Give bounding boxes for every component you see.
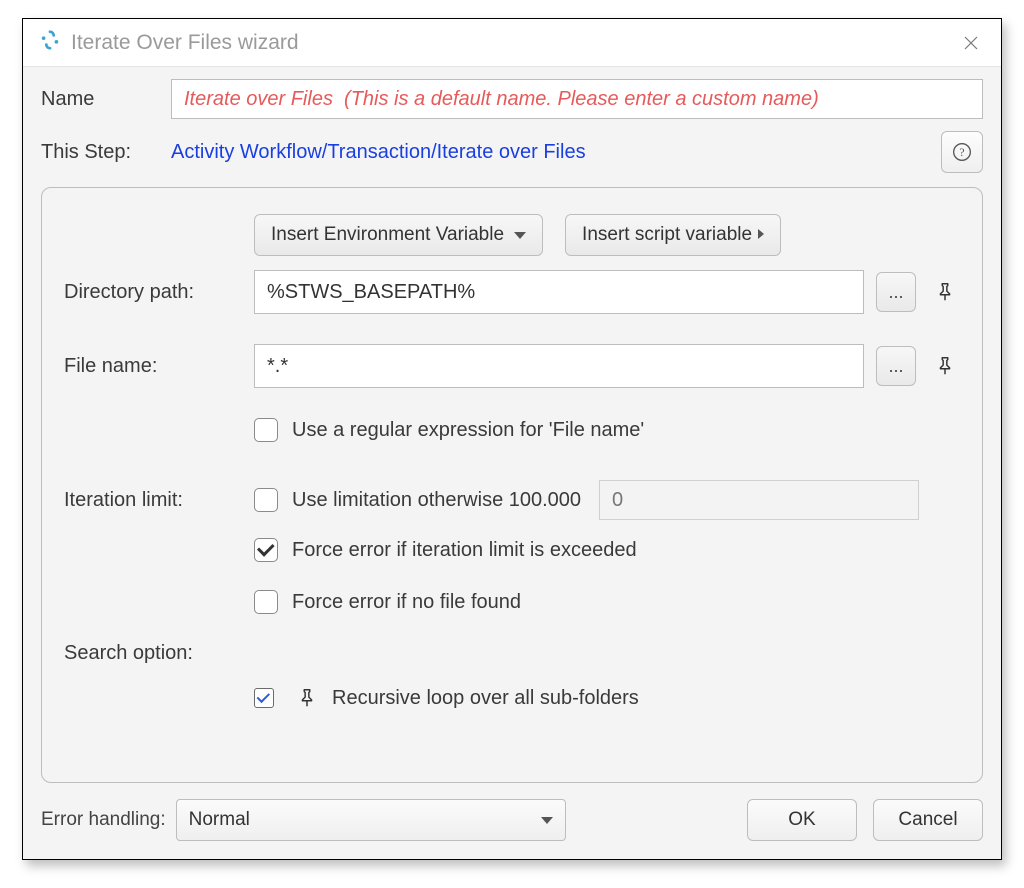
- chevron-down-icon: [514, 232, 526, 239]
- insert-script-variable-button[interactable]: Insert script variable: [565, 214, 781, 256]
- insert-env-label: Insert Environment Variable: [271, 224, 504, 246]
- force-error-nofile-checkbox[interactable]: [254, 590, 278, 614]
- force-error-exceeded-label: Force error if iteration limit is exceed…: [292, 539, 637, 562]
- svg-text:?: ?: [959, 146, 964, 159]
- error-handling-value: Normal: [189, 809, 250, 831]
- window-title: Iterate Over Files wizard: [71, 31, 957, 55]
- insert-script-label: Insert script variable: [582, 224, 752, 246]
- iteration-limit-value: [599, 480, 919, 520]
- chevron-down-icon: [541, 817, 553, 824]
- recursive-label: Recursive loop over all sub-folders: [332, 687, 639, 710]
- force-error-exceeded-checkbox[interactable]: [254, 538, 278, 562]
- directory-path-label-text: Directory path:: [64, 281, 254, 304]
- use-limit-label: Use limitation otherwise 100.000: [292, 489, 581, 512]
- force-error-nofile-label: Force error if no file found: [292, 591, 521, 614]
- cancel-button[interactable]: Cancel: [873, 799, 983, 841]
- pin-filename-icon[interactable]: [930, 351, 960, 381]
- close-icon[interactable]: [957, 29, 985, 57]
- browse-directory-button[interactable]: ...: [876, 272, 916, 312]
- name-label: Name: [41, 88, 171, 111]
- use-limit-checkbox[interactable]: [254, 488, 278, 512]
- recursive-checkbox[interactable]: [254, 688, 274, 708]
- regex-checkbox[interactable]: [254, 418, 278, 442]
- error-handling-select[interactable]: Normal: [176, 799, 566, 841]
- error-handling-label: Error handling:: [41, 809, 166, 831]
- filename-input[interactable]: [254, 344, 864, 388]
- ok-button[interactable]: OK: [747, 799, 857, 841]
- filename-label: File name:: [64, 355, 254, 378]
- browse-filename-button[interactable]: ...: [876, 346, 916, 386]
- pin-directory-icon[interactable]: [930, 277, 960, 307]
- titlebar: Iterate Over Files wizard: [23, 19, 1001, 67]
- caret-right-icon: [758, 229, 764, 239]
- help-button[interactable]: ?: [941, 131, 983, 173]
- this-step-link[interactable]: Activity Workflow/Transaction/Iterate ov…: [171, 141, 586, 164]
- directory-path-input[interactable]: [254, 270, 864, 314]
- regex-checkbox-label: Use a regular expression for 'File name': [292, 419, 644, 442]
- this-step-label: This Step:: [41, 141, 171, 164]
- app-icon: [39, 29, 61, 57]
- search-option-label: Search option:: [64, 642, 254, 665]
- iteration-limit-label: Iteration limit:: [64, 489, 254, 512]
- bottom-bar: Error handling: Normal OK Cancel: [23, 789, 1001, 859]
- wizard-dialog: Iterate Over Files wizard Name This Step…: [22, 18, 1002, 860]
- insert-env-variable-button[interactable]: Insert Environment Variable: [254, 214, 543, 256]
- pin-recursive-icon[interactable]: [292, 683, 322, 713]
- settings-panel: Insert Environment Variable Insert scrip…: [41, 187, 983, 783]
- name-input[interactable]: [171, 79, 983, 119]
